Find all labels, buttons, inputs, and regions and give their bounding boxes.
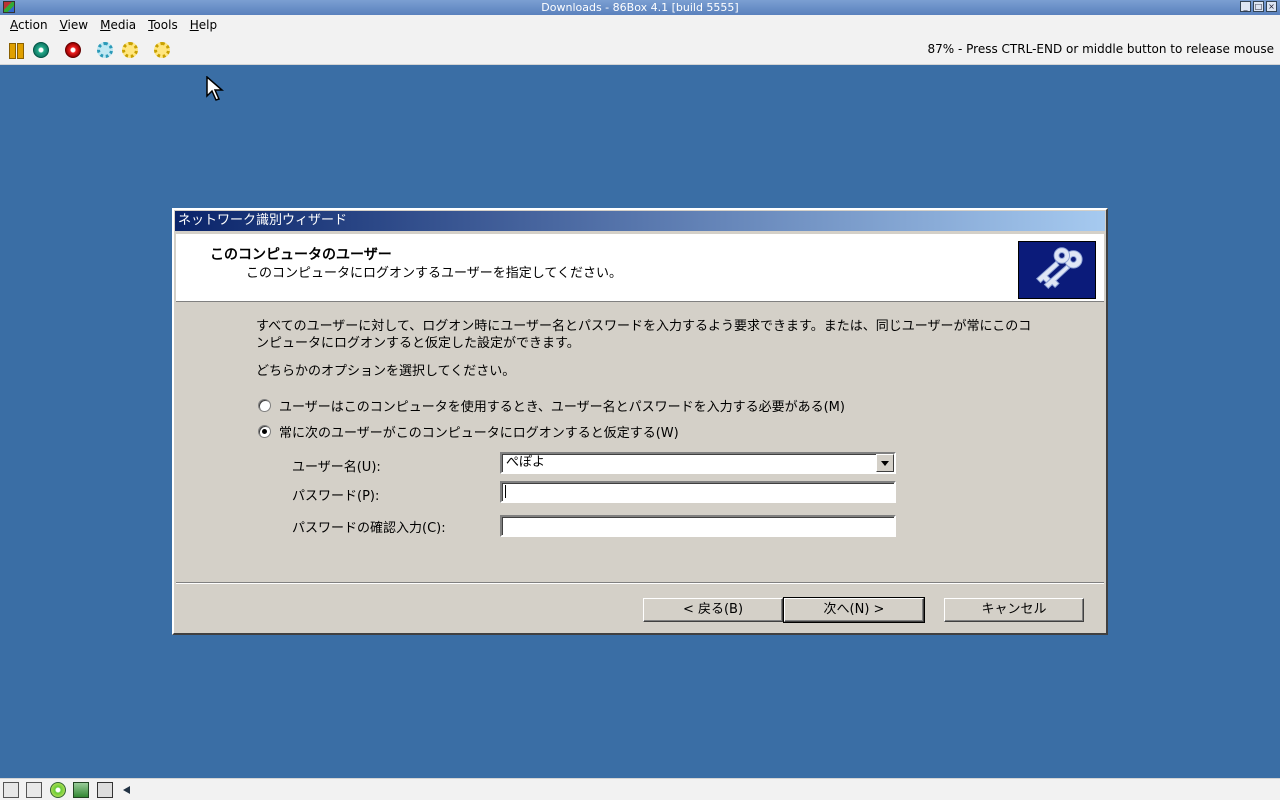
hdd-icon[interactable]	[73, 782, 89, 798]
divider	[176, 582, 1104, 584]
menu-help[interactable]: Help	[184, 18, 223, 32]
reset-icon[interactable]	[97, 42, 113, 58]
cdrom-icon[interactable]	[50, 782, 66, 798]
host-toolbar: 87% - Press CTRL-END or middle button to…	[0, 34, 1280, 65]
chevron-down-icon[interactable]	[876, 454, 894, 472]
pause-icon[interactable]	[8, 42, 24, 59]
wizard-title-bar: ネットワーク識別ウィザード	[175, 211, 1105, 231]
radio-require-credentials[interactable]: ユーザーはこのコンピュータを使用するとき、ユーザー名とパスワードを入力する必要が…	[258, 396, 845, 415]
network-id-wizard-dialog: ネットワーク識別ウィザード このコンピュータのユーザー このコンピュータにログオ…	[172, 208, 1108, 635]
host-menubar: Action View Media Tools Help	[0, 15, 1280, 34]
host-window-title: Downloads - 86Box 4.1 [build 5555]	[541, 1, 739, 14]
menu-view[interactable]: View	[54, 18, 94, 32]
confirm-password-field[interactable]	[500, 515, 896, 537]
floppy-icon[interactable]	[26, 782, 42, 798]
password-field[interactable]	[500, 481, 896, 503]
username-label: ユーザー名(U):	[292, 460, 381, 475]
menu-tools[interactable]: Tools	[142, 18, 184, 32]
instruction-text: どちらかのオプションを選択してください。	[256, 364, 516, 379]
keys-icon	[1018, 241, 1096, 299]
floppy-icon[interactable]	[3, 782, 19, 798]
header-title: このコンピュータのユーザー	[210, 247, 392, 263]
close-button[interactable]: ×	[1266, 1, 1277, 12]
host-status-bar	[0, 778, 1280, 800]
minimize-button[interactable]: _	[1240, 1, 1251, 12]
mouse-cursor-icon	[206, 76, 225, 101]
radio-button[interactable]	[258, 399, 271, 412]
password-label: パスワード(P):	[292, 489, 380, 504]
cancel-button[interactable]: キャンセル	[944, 598, 1084, 622]
settings-icon[interactable]	[122, 42, 138, 58]
username-select[interactable]: ぺぽよ	[500, 452, 896, 474]
menu-action[interactable]: Action	[4, 18, 54, 32]
host-title-bar: Downloads - 86Box 4.1 [build 5555] _ □ ×	[0, 0, 1280, 15]
radio-button-selected[interactable]	[258, 425, 271, 438]
network-icon[interactable]	[97, 782, 113, 798]
text-caret	[505, 485, 506, 498]
wizard-header: このコンピュータのユーザー このコンピュータにログオンするユーザーを指定してくだ…	[176, 234, 1104, 302]
menu-media[interactable]: Media	[94, 18, 142, 32]
next-button[interactable]: 次へ(N) >	[783, 597, 925, 623]
wizard-body: すべてのユーザーに対して、ログオン時にユーザー名とパスワードを入力するよう要求で…	[176, 302, 1104, 582]
header-subtitle: このコンピュータにログオンするユーザーを指定してください。	[246, 266, 622, 281]
radio-auto-logon[interactable]: 常に次のユーザーがこのコンピュータにログオンすると仮定する(W)	[258, 422, 679, 441]
description-text: すべてのユーザーに対して、ログオン時にユーザー名とパスワードを入力するよう要求で…	[256, 319, 1032, 351]
back-button[interactable]: < 戻る(B)	[643, 598, 783, 622]
radio-label[interactable]: 常に次のユーザーがこのコンピュータにログオンすると仮定する(W)	[279, 422, 679, 441]
mouse-release-status: 87% - Press CTRL-END or middle button to…	[927, 42, 1274, 56]
sound-icon[interactable]	[121, 782, 137, 798]
maximize-button[interactable]: □	[1253, 1, 1264, 12]
radio-label[interactable]: ユーザーはこのコンピュータを使用するとき、ユーザー名とパスワードを入力する必要が…	[279, 396, 845, 415]
ctrl-alt-del-icon[interactable]	[33, 42, 49, 58]
username-value: ぺぽよ	[506, 455, 546, 470]
confirm-password-label: パスワードの確認入力(C):	[292, 521, 446, 536]
settings-icon[interactable]	[154, 42, 170, 58]
power-icon[interactable]	[65, 42, 81, 58]
